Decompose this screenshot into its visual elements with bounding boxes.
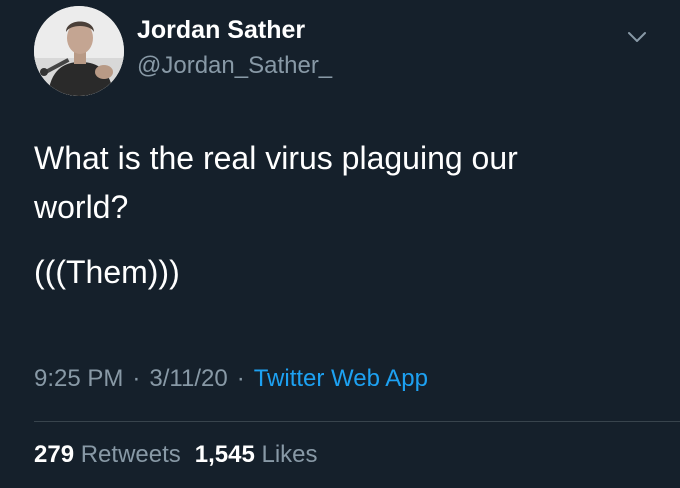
separator-dot: · xyxy=(132,365,141,392)
tweet-metadata: 9:25 PM · 3/11/20 · Twitter Web App xyxy=(34,365,428,393)
retweets-stat[interactable]: 279 Retweets xyxy=(34,441,181,468)
retweets-count: 279 xyxy=(34,441,75,468)
source-link[interactable]: Twitter Web App xyxy=(254,365,428,392)
chevron-down-icon[interactable] xyxy=(622,22,652,52)
retweets-label: Retweets xyxy=(80,441,181,468)
likes-count: 1,545 xyxy=(194,441,255,468)
display-name[interactable]: Jordan Sather xyxy=(137,16,305,45)
avatar[interactable] xyxy=(34,6,124,96)
username-handle[interactable]: @Jordan_Sather_ xyxy=(137,52,332,80)
tweet-text: What is the real virus plaguing our worl… xyxy=(34,134,634,297)
likes-label: Likes xyxy=(261,441,318,468)
tweet-text-line-2: world? xyxy=(34,189,129,225)
tweet-text-line-3: (((Them))) xyxy=(34,254,180,290)
tweet-date[interactable]: 3/11/20 xyxy=(149,365,227,392)
avatar-photo xyxy=(34,6,124,96)
tweet-text-line-1: What is the real virus plaguing our xyxy=(34,140,518,176)
likes-stat[interactable]: 1,545 Likes xyxy=(195,441,318,468)
tweet-time[interactable]: 9:25 PM xyxy=(34,365,123,392)
engagement-stats: 279 Retweets 1,545 Likes xyxy=(34,441,318,469)
divider xyxy=(34,421,680,422)
separator-dot: · xyxy=(236,365,245,392)
